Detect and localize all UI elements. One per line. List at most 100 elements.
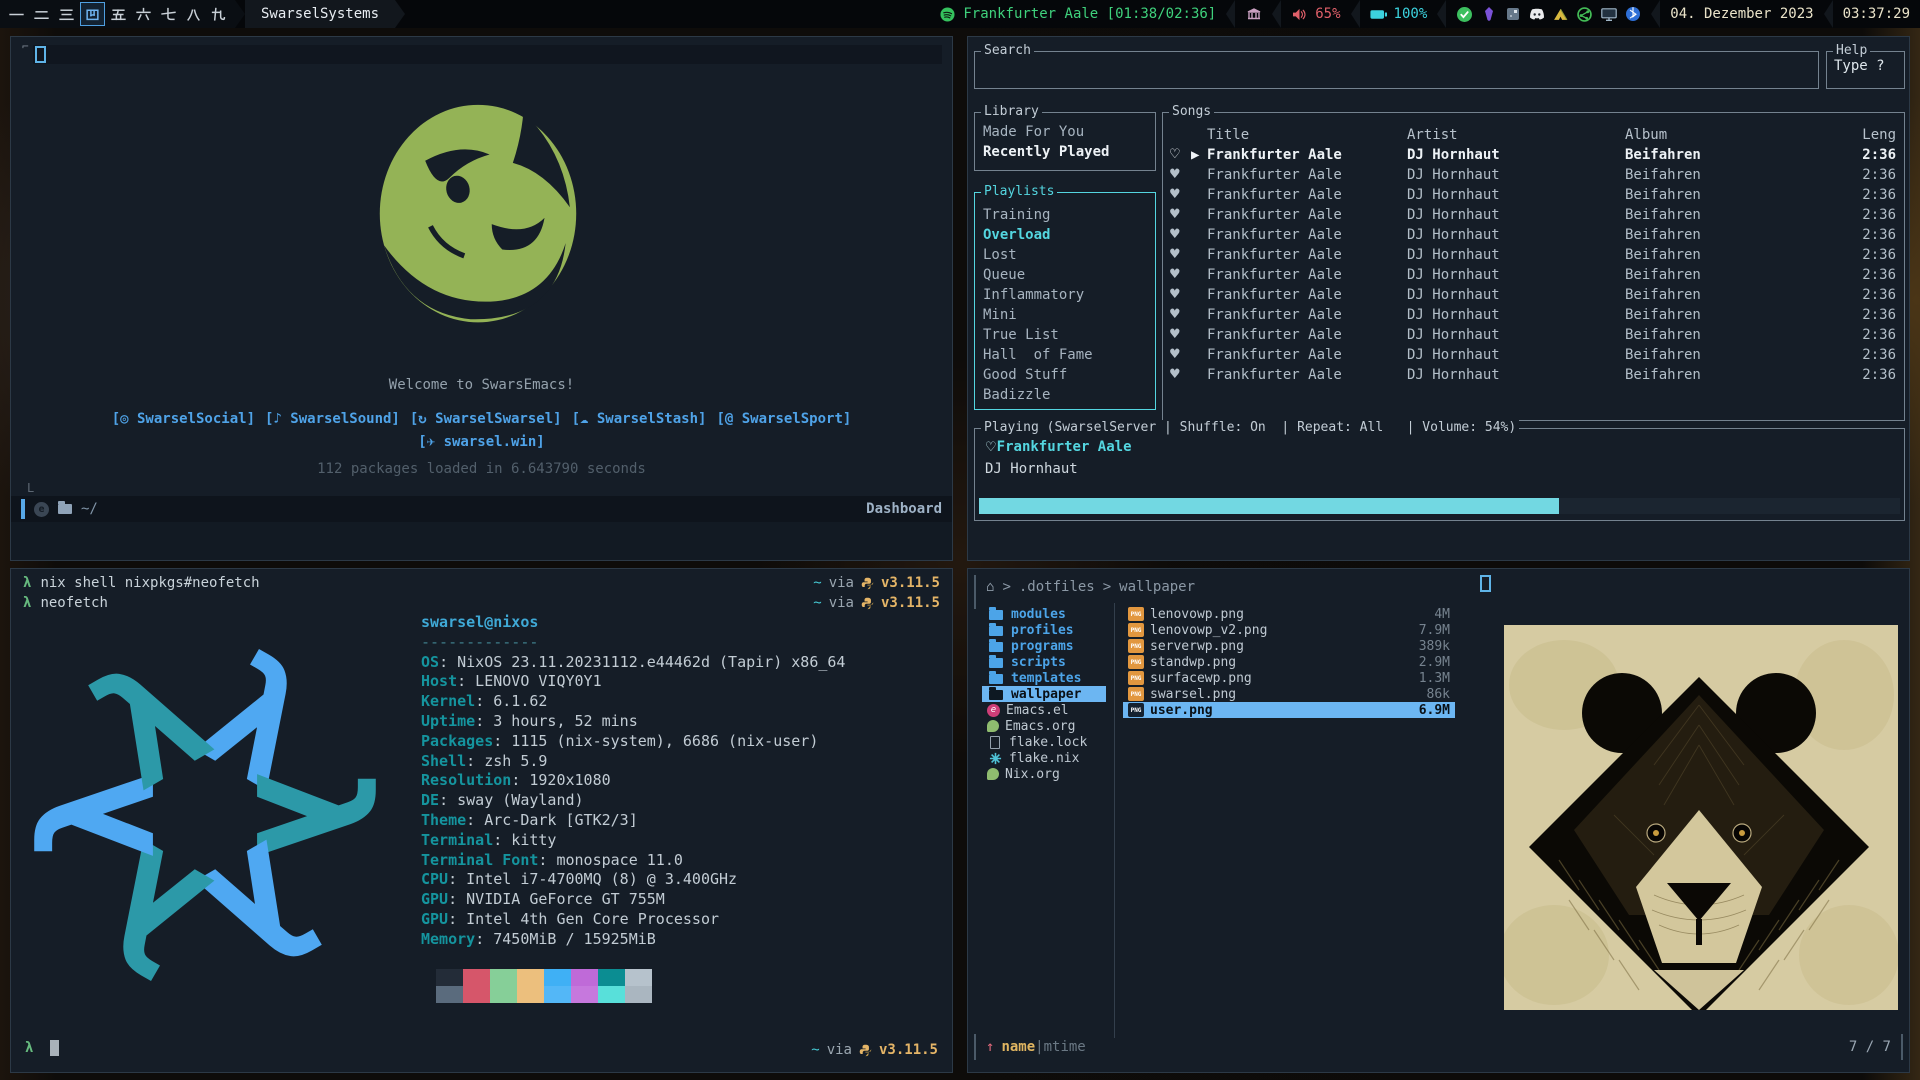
parent-entry-Nix.org[interactable]: Nix.org [982,766,1106,782]
parent-entry-flake.nix[interactable]: flake.nix [982,750,1106,766]
sort-secondary[interactable]: |mtime [1035,1039,1086,1055]
file-entry-swarsel.png[interactable]: PNGswarsel.png86k [1123,686,1455,702]
heart-icon[interactable]: ♥ [1169,185,1191,205]
playlist-item[interactable]: Lost [975,245,1155,265]
dashboard-link-swarselswarsel[interactable]: [↻ SwarselSwarsel] [410,411,562,427]
emacs-tab-bar[interactable] [33,45,942,64]
heart-icon[interactable]: ♥ [1169,345,1191,365]
sort-direction-icon[interactable]: ↑ [986,1039,994,1055]
song-row[interactable]: ♡▶Frankfurter AaleDJ HornhautBeifahren2:… [1163,145,1904,165]
file-entry-lenovowp.png[interactable]: PNGlenovowp.png4M [1123,606,1455,622]
breadcrumb-part[interactable]: wallpaper [1119,579,1195,595]
music-player-window[interactable]: Search Help Type ? Library Made For YouR… [967,36,1910,561]
song-row[interactable]: ♥Frankfurter AaleDJ HornhautBeifahren2:3… [1163,285,1904,305]
search-box[interactable]: Search [974,51,1819,89]
song-row[interactable]: ♥Frankfurter AaleDJ HornhautBeifahren2:3… [1163,245,1904,265]
file-entry-standwp.png[interactable]: PNGstandwp.png2.9M [1123,654,1455,670]
heart-icon[interactable]: ♥ [1169,285,1191,305]
parent-entry-wallpaper[interactable]: wallpaper [982,686,1106,702]
search-input[interactable] [975,52,1818,88]
syncthing-icon[interactable] [1576,6,1593,23]
song-row[interactable]: ♥Frankfurter AaleDJ HornhautBeifahren2:3… [1163,325,1904,345]
workspace-2[interactable] [29,0,54,28]
emacs-window[interactable]: ⌐ Welcome to SwarsEmacs! [◎ SwarselSocia… [10,36,953,561]
volume-segment[interactable]: 65% [1281,0,1350,28]
workspace-9[interactable] [206,0,231,28]
sort-primary[interactable]: name [1001,1039,1035,1055]
bluetooth-icon[interactable] [1624,6,1641,23]
site-link[interactable]: [✈ swarsel.win] [418,434,544,450]
dashboard-link-swarselsound[interactable]: [♪ SwarselSound] [265,411,400,427]
parent-entry-modules[interactable]: modules [982,606,1106,622]
song-row[interactable]: ♥Frankfurter AaleDJ HornhautBeifahren2:3… [1163,185,1904,205]
play-icon [1191,325,1207,345]
seek-bar[interactable] [979,498,1900,514]
nightlight-segment[interactable] [1235,0,1272,28]
parent-entry-Emacs.el[interactable]: eEmacs.el [982,702,1106,718]
song-row[interactable]: ♥Frankfurter AaleDJ HornhautBeifahren2:3… [1163,305,1904,325]
file-entry-serverwp.png[interactable]: PNGserverwp.png389k [1123,638,1455,654]
playlist-item[interactable]: Good Stuff [975,365,1155,385]
parent-entry-Emacs.org[interactable]: Emacs.org [982,718,1106,734]
file-entry-lenovowp_v2.png[interactable]: PNGlenovowp_v2.png7.9M [1123,622,1455,638]
gem-icon[interactable] [1480,6,1497,23]
help-box[interactable]: Help Type ? [1826,51,1905,89]
library-item[interactable]: Recently Played [975,142,1155,162]
playlist-item[interactable]: Overload [975,225,1155,245]
song-row[interactable]: ♥Frankfurter AaleDJ HornhautBeifahren2:3… [1163,205,1904,225]
heart-icon[interactable]: ♥ [1169,305,1191,325]
heart-icon[interactable]: ♥ [1169,325,1191,345]
heart-icon[interactable]: ♥ [1169,165,1191,185]
playlist-item[interactable]: Training [975,205,1155,225]
terminal-window[interactable]: λ nix shell nixpkgs#neofetch ~ via v3.11… [10,568,953,1073]
song-row[interactable]: ♥Frankfurter AaleDJ HornhautBeifahren2:3… [1163,225,1904,245]
heart-icon[interactable]: ♥ [1169,365,1191,385]
fringe-corner-mark: ⌐ [22,40,29,53]
shell-prompt[interactable]: λ [25,1040,59,1056]
playlist-item[interactable]: Hall of Fame [975,345,1155,365]
tent-icon[interactable] [1552,6,1569,23]
parent-entry-profiles[interactable]: profiles [982,622,1106,638]
dashboard-link-swarselsport[interactable]: [@ SwarselSport] [716,411,851,427]
library-item[interactable]: Made For You [975,122,1155,142]
heart-icon[interactable]: ♥ [1169,245,1191,265]
playlist-item[interactable]: True List [975,325,1155,345]
heart-icon[interactable]: ♥ [1169,225,1191,245]
workspace-6[interactable] [131,0,156,28]
parent-entry-scripts[interactable]: scripts [982,654,1106,670]
playlist-item[interactable]: Inflammatory [975,285,1155,305]
tray-box-icon[interactable] [1504,6,1521,23]
workspace-1[interactable] [4,0,29,28]
now-playing-segment[interactable]: Frankfurter Aale [01:38/02:36] [929,0,1226,28]
check-circle-icon[interactable] [1456,6,1473,23]
heart-icon[interactable]: ♥ [1169,205,1191,225]
song-row[interactable]: ♥Frankfurter AaleDJ HornhautBeifahren2:3… [1163,345,1904,365]
monitor-icon[interactable] [1600,6,1617,23]
song-row[interactable]: ♥Frankfurter AaleDJ HornhautBeifahren2:3… [1163,365,1904,385]
song-row[interactable]: ♥Frankfurter AaleDJ HornhautBeifahren2:3… [1163,265,1904,285]
playlist-item[interactable]: Badizzle [975,385,1155,405]
discord-icon[interactable] [1528,6,1545,23]
parent-entry-programs[interactable]: programs [982,638,1106,654]
heart-icon[interactable]: ♡ [1169,145,1191,165]
heart-icon[interactable]: ♥ [1169,265,1191,285]
temple-icon [1245,6,1262,23]
song-row[interactable]: ♥Frankfurter AaleDJ HornhautBeifahren2:3… [1163,165,1904,185]
dashboard-link-swarselsocial[interactable]: [◎ SwarselSocial] [112,411,255,427]
workspace-5[interactable] [106,0,131,28]
playlist-item[interactable]: Mini [975,305,1155,325]
file-entry-user.png[interactable]: PNGuser.png6.9M [1123,702,1455,718]
home-icon[interactable]: ⌂ [986,579,994,595]
breadcrumb-part[interactable]: .dotfiles [1019,579,1095,595]
workspace-4[interactable] [80,2,105,26]
parent-entry-flake.lock[interactable]: flake.lock [982,734,1106,750]
file-entry-surfacewp.png[interactable]: PNGsurfacewp.png1.3M [1123,670,1455,686]
playlist-item[interactable]: Queue [975,265,1155,285]
file-manager-window[interactable]: ⌂ >.dotfiles>wallpaper modulesprofilespr… [967,568,1910,1073]
dashboard-link-swarselstash[interactable]: [☁ SwarselStash] [572,411,707,427]
workspace-3[interactable] [54,0,79,28]
battery-segment[interactable]: 100% [1360,0,1438,28]
workspace-8[interactable] [181,0,206,28]
parent-entry-templates[interactable]: templates [982,670,1106,686]
workspace-7[interactable] [156,0,181,28]
